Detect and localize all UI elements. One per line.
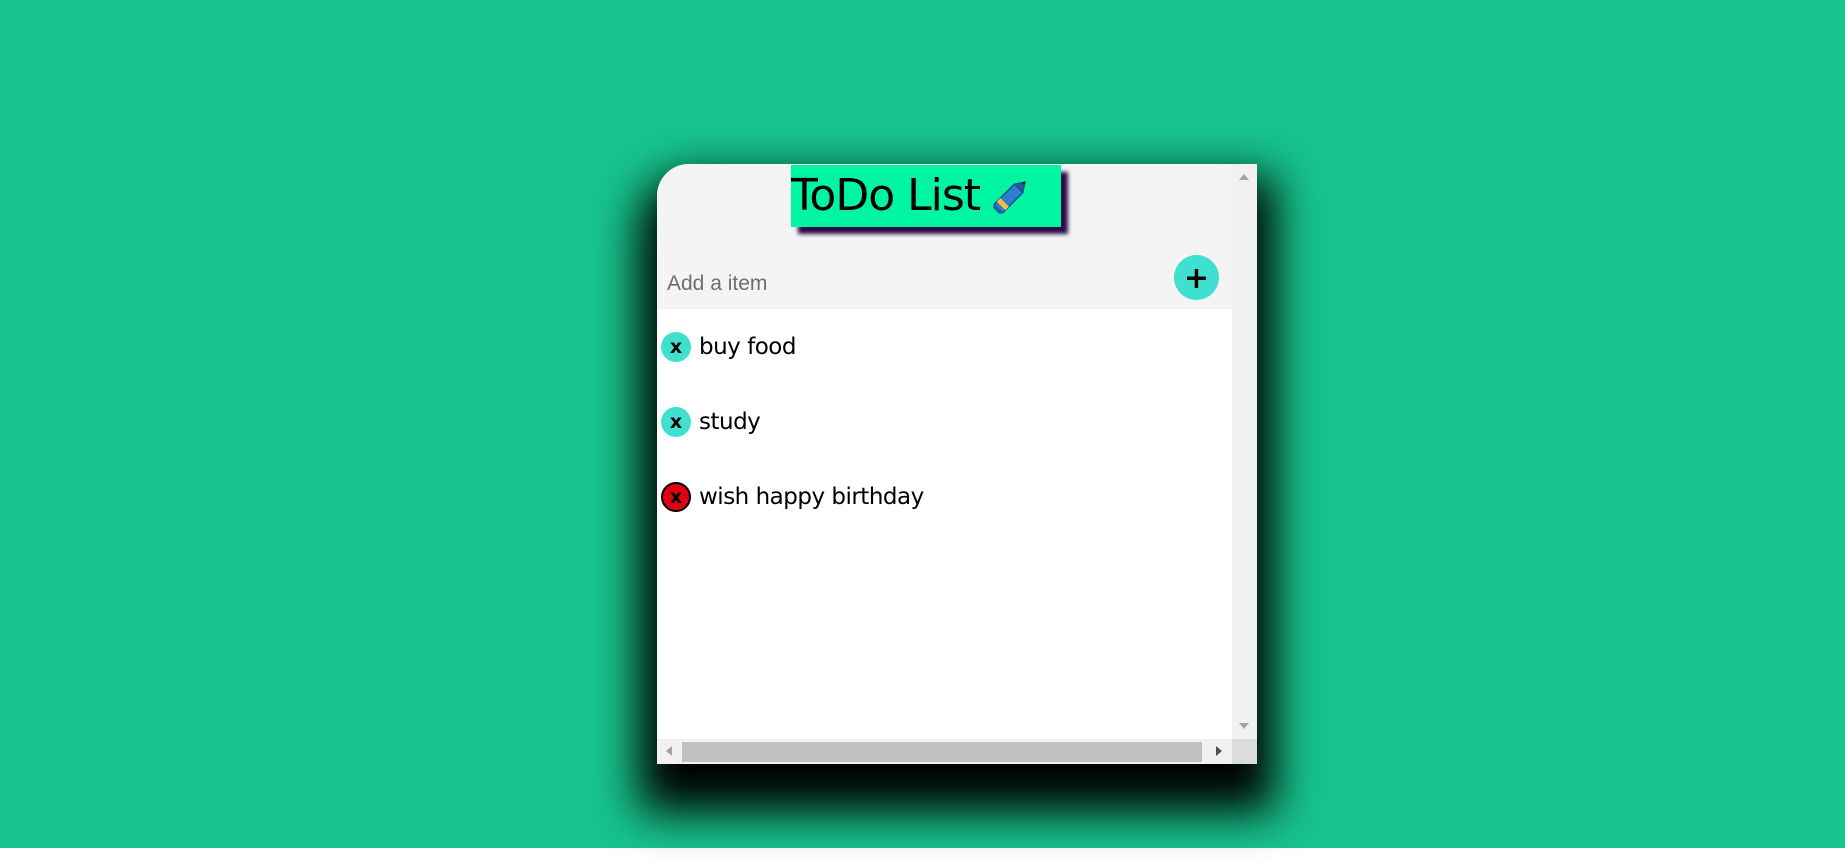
header-area: ToDo List + bbox=[657, 164, 1232, 309]
scroll-right-arrow-icon[interactable] bbox=[1216, 746, 1222, 756]
item-text: wish happy birthday bbox=[699, 484, 924, 510]
page-title: ToDo List bbox=[791, 170, 981, 221]
list-item: x study bbox=[661, 402, 761, 442]
scroll-up-arrow-icon[interactable] bbox=[1239, 174, 1249, 180]
scroll-left-arrow-icon[interactable] bbox=[666, 746, 672, 756]
list-item: x buy food bbox=[661, 327, 796, 367]
add-item-input[interactable] bbox=[665, 267, 1149, 301]
list-item: x wish happy birthday bbox=[661, 477, 924, 517]
item-text: study bbox=[699, 409, 761, 435]
delete-item-button[interactable]: x bbox=[661, 407, 691, 437]
scrollbar-corner bbox=[1232, 739, 1257, 764]
vertical-scrollbar[interactable] bbox=[1232, 164, 1257, 739]
delete-item-button[interactable]: x bbox=[661, 482, 691, 512]
scroll-down-arrow-icon[interactable] bbox=[1239, 723, 1249, 729]
add-item-button[interactable]: + bbox=[1174, 255, 1219, 300]
horizontal-scroll-thumb[interactable] bbox=[682, 742, 1202, 762]
pen-icon bbox=[988, 173, 1034, 219]
title-banner: ToDo List bbox=[791, 165, 1061, 227]
todo-card: ToDo List + x bbox=[657, 164, 1257, 764]
item-text: buy food bbox=[699, 334, 796, 360]
horizontal-scrollbar[interactable] bbox=[657, 739, 1232, 764]
card-scroll-area: ToDo List + x bbox=[657, 164, 1232, 739]
delete-item-button[interactable]: x bbox=[661, 332, 691, 362]
